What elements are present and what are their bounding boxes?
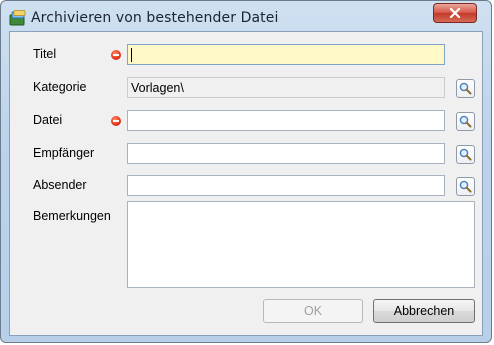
empfaenger-label: Empfänger xyxy=(33,146,95,160)
kategorie-label: Kategorie xyxy=(33,80,87,94)
magnifier-icon xyxy=(459,115,472,128)
kategorie-value: Vorlagen\ xyxy=(131,81,184,95)
absender-search-button[interactable] xyxy=(456,177,475,196)
required-icon xyxy=(111,50,121,60)
dialog-window: Archivieren von bestehender Datei Titel … xyxy=(0,0,492,343)
bemerkungen-label: Bemerkungen xyxy=(33,209,111,223)
magnifier-icon xyxy=(459,180,472,193)
datei-input[interactable] xyxy=(127,110,445,131)
empfaenger-search-button[interactable] xyxy=(456,145,475,164)
archive-app-icon xyxy=(9,10,27,26)
cancel-button[interactable]: Abbrechen xyxy=(373,299,475,323)
window-title: Archivieren von bestehender Datei xyxy=(31,10,279,26)
required-icon xyxy=(111,116,121,126)
title-bar[interactable]: Archivieren von bestehender Datei xyxy=(1,1,491,35)
dialog-content: Titel Kategorie Vorlagen\ Datei Empfänge… xyxy=(9,31,483,336)
kategorie-field: Vorlagen\ xyxy=(127,77,445,98)
bemerkungen-textarea[interactable] xyxy=(127,201,475,288)
titel-label: Titel xyxy=(33,47,57,61)
ok-button[interactable]: OK xyxy=(263,299,363,323)
close-button[interactable] xyxy=(433,3,477,23)
titel-input[interactable] xyxy=(127,44,445,65)
text-caret xyxy=(131,48,132,62)
kategorie-search-button[interactable] xyxy=(456,79,475,98)
datei-label: Datei xyxy=(33,113,63,127)
close-icon xyxy=(449,8,461,18)
datei-search-button[interactable] xyxy=(456,112,475,131)
magnifier-icon xyxy=(459,148,472,161)
empfaenger-input[interactable] xyxy=(127,143,445,164)
absender-input[interactable] xyxy=(127,175,445,196)
magnifier-icon xyxy=(459,82,472,95)
absender-label: Absender xyxy=(33,178,87,192)
